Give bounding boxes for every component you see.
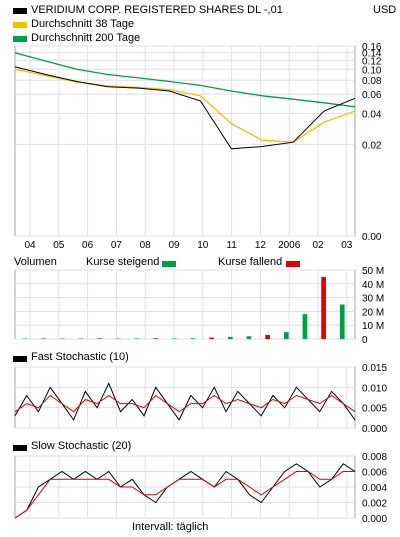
price-x-tick-label: 10 [197, 240, 209, 251]
fast-stoch-y-tick-label: 0.000 [362, 424, 387, 435]
price-x-tick-label: 12 [255, 240, 267, 251]
volume-y-tick-label: 50 M [362, 266, 384, 277]
volume-bar [97, 338, 102, 339]
slow-stoch-y-tick-label: 0.006 [362, 468, 387, 479]
fast-stoch-main-line [14, 382, 356, 421]
volume-bar [265, 334, 270, 339]
price-x-tick-label: 09 [168, 240, 180, 251]
volume-y-tick-label: 20 M [362, 307, 384, 318]
fast-stoch-y-tick-label: 0.005 [362, 404, 387, 415]
price-x-tick-label: 02 [312, 240, 324, 251]
volume-bar [153, 338, 158, 339]
slow-stoch-y-tick-label: 0.008 [362, 452, 387, 463]
volume-bar [321, 276, 326, 339]
volume-bar [171, 338, 177, 339]
price-x-tick-label: 06 [82, 240, 94, 251]
volume-y-tick-label: 30 M [362, 294, 384, 305]
price-x-tick-label: 03 [341, 240, 353, 251]
fast-stoch-y-tick-label: 0.010 [362, 383, 387, 394]
volume-y-tick-label: 0 [362, 335, 368, 346]
price-y-tick-label: 0.10 [362, 65, 382, 76]
volume-bar [246, 336, 252, 339]
slow-stoch-y-tick-label: 0.002 [362, 499, 387, 510]
slow-stoch-y-tick-label: 0.004 [362, 483, 387, 494]
price-y-tick-label: 0.06 [362, 90, 382, 101]
volume-y-tick-label: 10 M [362, 321, 384, 332]
fast-stoch-y-tick-label: 0.015 [362, 363, 387, 374]
slow-stoch-signal-line [14, 471, 355, 519]
chart-canvas: 0.160.140.120.100.080.060.040.020.0004 05… [14, 42, 387, 525]
volume-bar [209, 337, 214, 339]
price-series-line [14, 66, 356, 150]
slow-stoch-y-tick-label: 0.000 [362, 514, 387, 525]
volume-bar [227, 336, 233, 339]
volume-y-tick-label: 40 M [362, 280, 384, 291]
price-y-tick-label: 0.00 [362, 232, 382, 243]
price-x-tick-label: 08 [140, 240, 152, 251]
price-plot-frame [14, 45, 356, 237]
volume-bar [190, 338, 196, 339]
price-x-tick-label: 04 [24, 240, 36, 251]
price-x-tick-label: 05 [53, 240, 65, 251]
price-x-tick-label: 2006 [278, 240, 301, 251]
volume-bar [134, 338, 140, 339]
price-y-tick-label: 0.08 [362, 76, 382, 87]
volume-bar [302, 314, 308, 339]
price-y-tick-label: 0.02 [362, 140, 382, 151]
price-x-tick-label: 07 [111, 240, 123, 251]
fast-stoch-plot-frame [14, 366, 356, 429]
volume-bar [283, 332, 289, 339]
volume-bar [339, 304, 345, 339]
price-y-tick-label: 0.04 [362, 109, 382, 120]
price-x-tick-label: 11 [226, 240, 237, 251]
